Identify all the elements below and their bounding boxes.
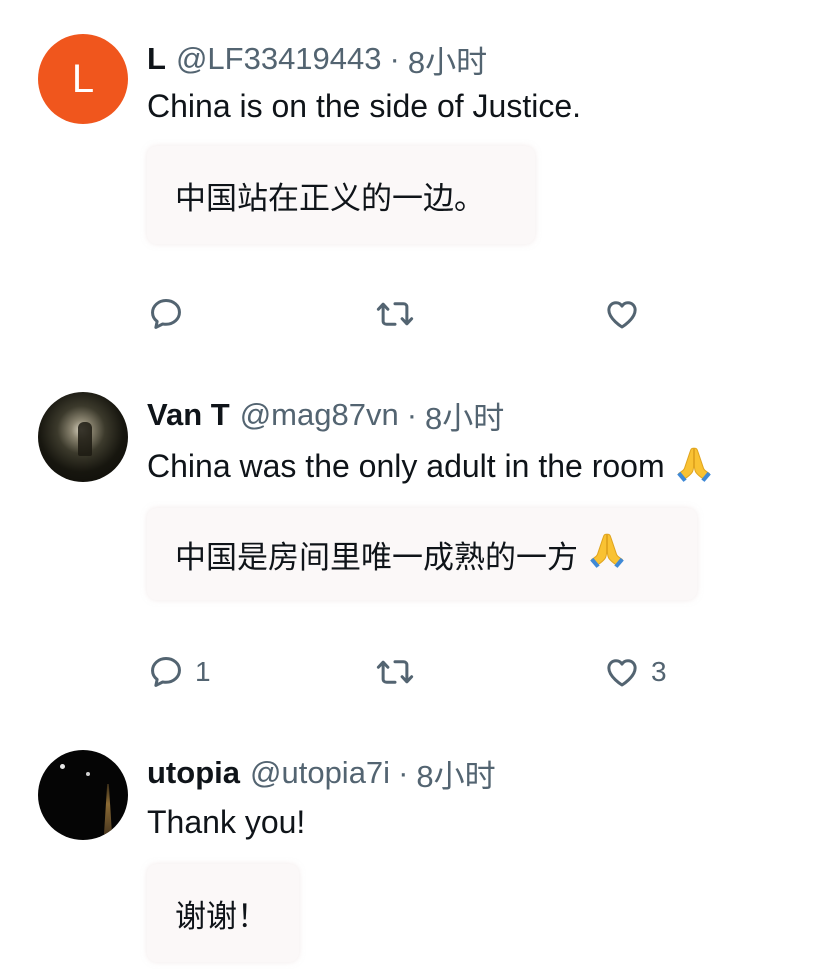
action-bar <box>147 292 707 336</box>
action-bar: 1 3 <box>147 650 707 694</box>
retweet-icon <box>373 295 417 333</box>
display-name[interactable]: Van T <box>147 397 230 433</box>
reply-header: utopia @utopia7i · 8小时 <box>147 751 496 795</box>
retweet-button[interactable] <box>373 650 417 694</box>
reply-item[interactable]: Van T @mag87vn · 8小时 China was the only … <box>0 392 832 712</box>
reply-item[interactable]: L L @LF33419443 · 8小时 China is on the si… <box>0 34 832 354</box>
translation-box: 中国是房间里唯一成熟的一方 <box>147 508 697 600</box>
heart-icon <box>603 653 641 691</box>
reply-header: Van T @mag87vn · 8小时 <box>147 393 504 437</box>
display-name[interactable]: L <box>147 41 166 77</box>
display-name[interactable]: utopia <box>147 755 240 791</box>
folded-hands-emoji <box>673 444 715 493</box>
reply-icon <box>147 653 185 691</box>
reply-text: China was the only adult in the room <box>147 447 665 484</box>
timestamp[interactable]: 8小时 <box>425 393 504 438</box>
translation-box: 谢谢！ <box>147 864 299 962</box>
reply-button[interactable] <box>147 292 195 336</box>
reply-count: 1 <box>195 656 211 687</box>
like-button[interactable]: 3 <box>603 650 667 694</box>
reply-header: L @LF33419443 · 8小时 <box>147 37 487 81</box>
reply-text-row: China was the only adult in the room <box>147 444 715 493</box>
folded-hands-emoji <box>586 530 628 578</box>
like-count: 3 <box>651 656 667 687</box>
retweet-button[interactable] <box>373 292 417 336</box>
reply-icon <box>147 295 185 333</box>
timestamp[interactable]: 8小时 <box>416 751 495 796</box>
user-handle[interactable]: @LF33419443 <box>176 41 382 77</box>
like-button[interactable] <box>603 292 651 336</box>
translation-box: 中国站在正义的一边。 <box>147 146 535 244</box>
timestamp[interactable]: 8小时 <box>408 37 487 82</box>
translation-text: 中国是房间里唯一成熟的一方 <box>175 539 578 575</box>
reply-text: Thank you! <box>147 804 306 840</box>
translation-text: 中国站在正义的一边。 <box>175 180 485 216</box>
separator-dot: · <box>389 41 400 76</box>
avatar[interactable]: L <box>38 34 128 124</box>
reply-item[interactable]: utopia @utopia7i · 8小时 Thank you! 谢谢！ <box>0 750 832 978</box>
avatar[interactable] <box>38 750 128 840</box>
avatar[interactable] <box>38 392 128 482</box>
reply-button[interactable]: 1 <box>147 650 211 694</box>
separator-dot: · <box>406 397 418 432</box>
separator-dot: · <box>398 755 409 790</box>
translation-text: 谢谢！ <box>175 898 268 934</box>
user-handle[interactable]: @mag87vn <box>240 397 399 433</box>
user-handle[interactable]: @utopia7i <box>250 755 390 791</box>
reply-text: China is on the side of Justice. <box>147 88 582 124</box>
heart-icon <box>603 295 641 333</box>
retweet-icon <box>373 653 417 691</box>
